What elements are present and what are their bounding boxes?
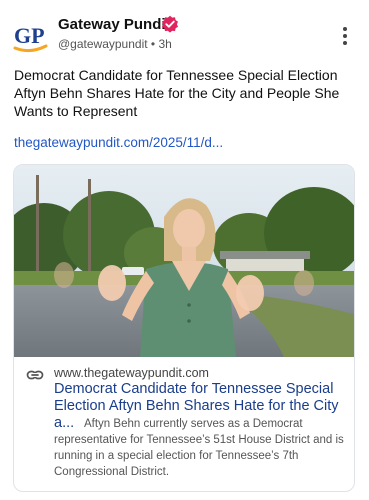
handle-line: @gatewaypundit • 3h xyxy=(58,37,172,51)
post-link[interactable]: thegatewaypundit.com/2025/11/d... xyxy=(14,135,223,150)
card-image[interactable] xyxy=(14,165,354,357)
card-description: Aftyn Behn currently serves as a Democra… xyxy=(54,418,344,478)
post-time: 3h xyxy=(158,37,172,51)
separator-dot: • xyxy=(150,37,156,51)
avatar[interactable]: GP xyxy=(12,20,50,54)
avatar-logo-text: GP xyxy=(14,23,45,48)
author-handle[interactable]: @gatewaypundit xyxy=(58,37,148,51)
link-preview-card[interactable]: www.thegatewaypundit.com Democrat Candid… xyxy=(13,164,355,492)
post-text: Democrat Candidate for Tennessee Special… xyxy=(14,67,340,119)
link-icon xyxy=(26,366,44,384)
post-header: GP Gateway Pundit @gatewaypundit • 3h xyxy=(0,0,369,62)
author-name[interactable]: Gateway Pundit xyxy=(58,16,171,33)
card-domain: www.thegatewaypundit.com xyxy=(54,366,209,380)
more-vertical-icon[interactable] xyxy=(333,24,357,48)
verified-badge-icon xyxy=(161,15,179,33)
